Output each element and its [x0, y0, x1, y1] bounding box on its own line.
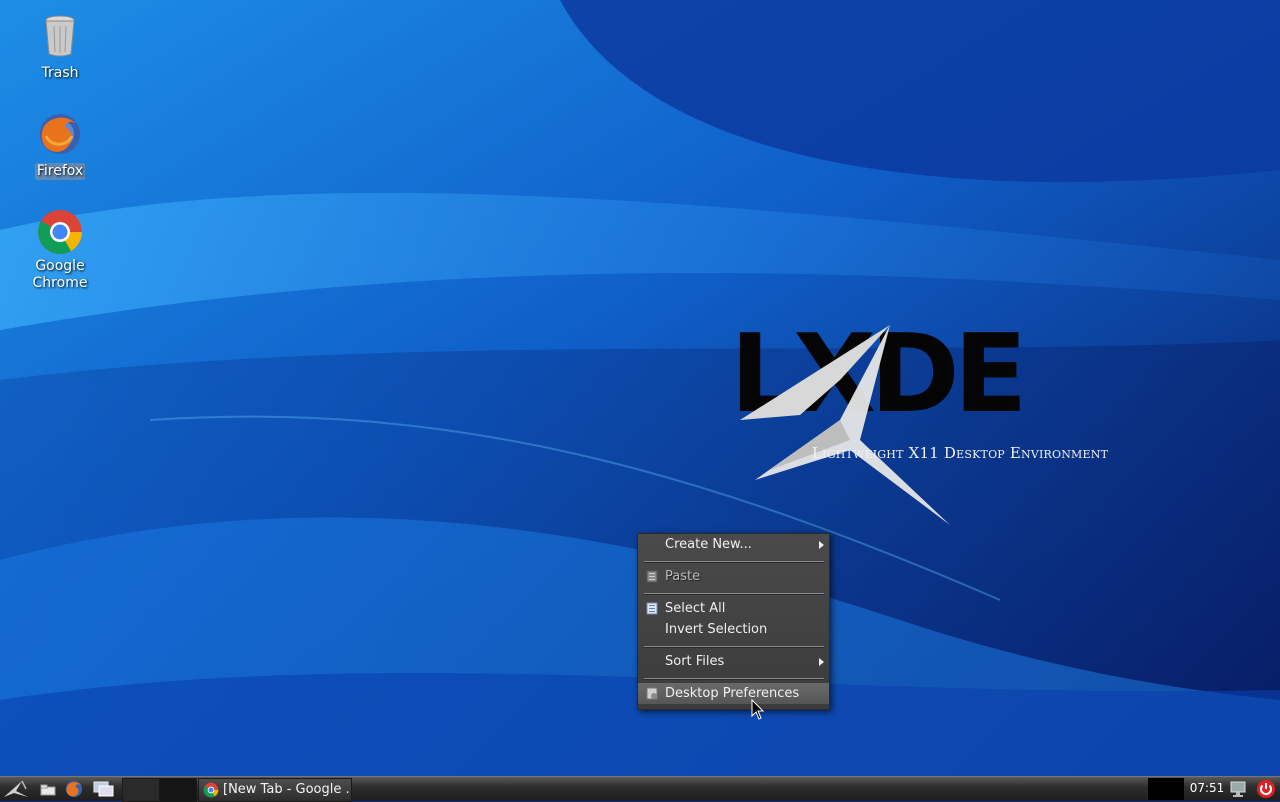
menu-item-label: Sort Files [665, 654, 725, 669]
trash-icon [36, 12, 84, 60]
clock[interactable]: 07:51 [1188, 777, 1226, 801]
workspace-2-button[interactable] [159, 778, 197, 802]
desktop-context-menu: Create New... Paste Select All Invert Se… [637, 533, 830, 710]
file-manager-icon[interactable] [38, 779, 58, 799]
menu-item-paste[interactable]: Paste [638, 566, 829, 587]
desktop-icon-google-chrome[interactable]: Google Chrome [15, 208, 105, 292]
chrome-icon [203, 782, 219, 798]
menu-item-label: Create New... [665, 537, 752, 552]
desktop-icon-label: Firefox [34, 163, 86, 180]
desktop-icon-label-line2: Chrome [32, 275, 88, 291]
workspace-1-button[interactable] [122, 778, 160, 802]
menu-item-create-new[interactable]: Create New... [638, 534, 829, 555]
menu-item-label: Paste [665, 569, 701, 584]
submenu-arrow-icon [819, 541, 824, 549]
menu-item-invert-selection[interactable]: Invert Selection [638, 619, 829, 640]
lxde-logo: LXDE Lightweight X11 Desktop Environment [720, 320, 1140, 530]
mouse-cursor-icon [751, 699, 765, 720]
taskbar: [New Tab - Google ... 07:51 [0, 776, 1280, 802]
paste-icon [646, 570, 658, 583]
preferences-icon [646, 687, 658, 700]
desktop-icon-firefox[interactable]: Firefox [15, 110, 105, 180]
taskbar-task-chrome[interactable]: [New Tab - Google ... [198, 778, 352, 802]
menu-item-label: Invert Selection [665, 622, 768, 637]
network-icon[interactable] [1228, 779, 1248, 799]
menu-separator [644, 593, 824, 595]
menu-item-label: Select All [665, 601, 726, 616]
select-all-icon [646, 602, 658, 615]
lxde-subtitle: Lightweight X11 Desktop Environment [812, 444, 1109, 462]
desktop-icon-label-line1: Google [35, 258, 85, 274]
chrome-icon [36, 208, 84, 256]
menu-separator [644, 646, 824, 648]
menu-separator [644, 678, 824, 680]
start-menu-icon[interactable] [2, 779, 34, 799]
desktop-icon-trash[interactable]: Trash [15, 12, 105, 82]
show-desktop-icon[interactable] [92, 779, 116, 799]
menu-item-sort-files[interactable]: Sort Files [638, 651, 829, 672]
power-icon[interactable] [1256, 779, 1276, 799]
menu-item-desktop-preferences[interactable]: Desktop Preferences [638, 683, 829, 704]
firefox-icon [36, 110, 84, 158]
task-label: [New Tab - Google ... [223, 782, 352, 797]
desktop-icon-label: Trash [41, 65, 79, 81]
lxde-x-swoosh-icon [740, 325, 950, 525]
menu-item-label: Desktop Preferences [665, 686, 800, 701]
menu-separator [644, 561, 824, 563]
submenu-arrow-icon [819, 658, 824, 666]
firefox-icon[interactable] [63, 779, 85, 799]
menu-item-select-all[interactable]: Select All [638, 598, 829, 619]
tray-applet[interactable] [1148, 778, 1184, 800]
